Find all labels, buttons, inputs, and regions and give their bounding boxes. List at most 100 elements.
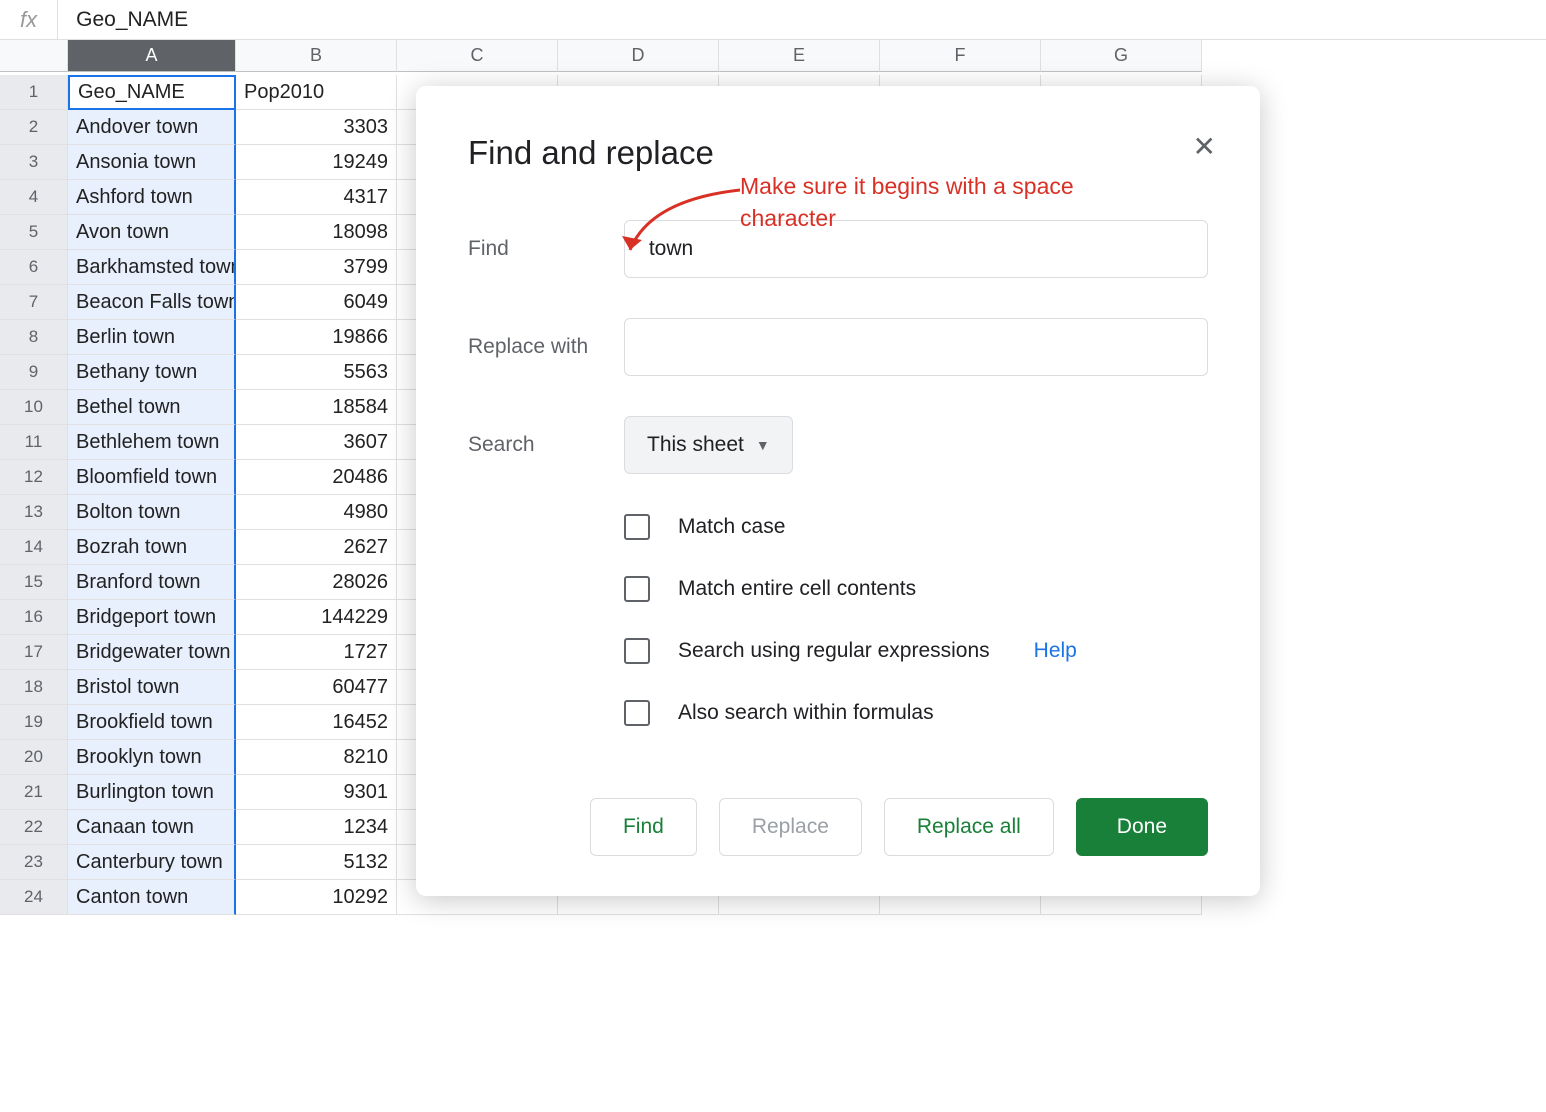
- row-header[interactable]: 16: [0, 600, 68, 635]
- row-header[interactable]: 11: [0, 425, 68, 460]
- row-header[interactable]: 1: [0, 75, 68, 110]
- cell[interactable]: Bridgewater town: [68, 635, 236, 670]
- cell[interactable]: 19866: [236, 320, 397, 355]
- find-button[interactable]: Find: [590, 798, 697, 856]
- cell[interactable]: 1234: [236, 810, 397, 845]
- row-header[interactable]: 15: [0, 565, 68, 600]
- replace-all-button[interactable]: Replace all: [884, 798, 1054, 856]
- regex-checkbox[interactable]: [624, 638, 650, 664]
- cell[interactable]: 9301: [236, 775, 397, 810]
- cell[interactable]: 144229: [236, 600, 397, 635]
- formulas-checkbox[interactable]: [624, 700, 650, 726]
- cell[interactable]: 20486: [236, 460, 397, 495]
- row-header[interactable]: 10: [0, 390, 68, 425]
- cell[interactable]: Ashford town: [68, 180, 236, 215]
- cell[interactable]: Barkhamsted town: [68, 250, 236, 285]
- formula-bar: fx: [0, 0, 1546, 40]
- cell[interactable]: Ansonia town: [68, 145, 236, 180]
- row-header[interactable]: 13: [0, 495, 68, 530]
- column-header-D[interactable]: D: [558, 40, 719, 72]
- cell[interactable]: Geo_NAME: [68, 75, 236, 110]
- cell[interactable]: Bristol town: [68, 670, 236, 705]
- cell[interactable]: 1727: [236, 635, 397, 670]
- regex-label: Search using regular expressions: [678, 639, 990, 663]
- cell[interactable]: 5563: [236, 355, 397, 390]
- done-button[interactable]: Done: [1076, 798, 1208, 856]
- match-case-checkbox[interactable]: [624, 514, 650, 540]
- row-header[interactable]: 21: [0, 775, 68, 810]
- cell[interactable]: Bolton town: [68, 495, 236, 530]
- column-header-C[interactable]: C: [397, 40, 558, 72]
- cell[interactable]: 18584: [236, 390, 397, 425]
- cell[interactable]: Avon town: [68, 215, 236, 250]
- cell[interactable]: Burlington town: [68, 775, 236, 810]
- row-header[interactable]: 24: [0, 880, 68, 915]
- row-header[interactable]: 5: [0, 215, 68, 250]
- cell[interactable]: 60477: [236, 670, 397, 705]
- cell[interactable]: Beacon Falls town: [68, 285, 236, 320]
- row-header[interactable]: 23: [0, 845, 68, 880]
- row-header[interactable]: 17: [0, 635, 68, 670]
- column-header-B[interactable]: B: [236, 40, 397, 72]
- row-header[interactable]: 7: [0, 285, 68, 320]
- column-header-E[interactable]: E: [719, 40, 880, 72]
- row-header[interactable]: 6: [0, 250, 68, 285]
- cell[interactable]: Branford town: [68, 565, 236, 600]
- row-header[interactable]: 9: [0, 355, 68, 390]
- cell[interactable]: 3607: [236, 425, 397, 460]
- cell[interactable]: Bethany town: [68, 355, 236, 390]
- cell[interactable]: 18098: [236, 215, 397, 250]
- cell[interactable]: Berlin town: [68, 320, 236, 355]
- row-header[interactable]: 3: [0, 145, 68, 180]
- row-header[interactable]: 8: [0, 320, 68, 355]
- replace-button[interactable]: Replace: [719, 798, 862, 856]
- cell[interactable]: 4980: [236, 495, 397, 530]
- annotation-arrow: [600, 180, 760, 270]
- formula-input[interactable]: [58, 8, 1546, 32]
- cell[interactable]: Bozrah town: [68, 530, 236, 565]
- row-header[interactable]: 19: [0, 705, 68, 740]
- help-link[interactable]: Help: [1034, 639, 1077, 663]
- cell[interactable]: Pop2010: [236, 75, 397, 110]
- column-header-A[interactable]: A: [68, 40, 236, 72]
- column-header-G[interactable]: G: [1041, 40, 1202, 72]
- match-entire-checkbox[interactable]: [624, 576, 650, 602]
- cell[interactable]: Andover town: [68, 110, 236, 145]
- cell[interactable]: Bridgeport town: [68, 600, 236, 635]
- replace-input[interactable]: [624, 318, 1208, 376]
- cell[interactable]: 5132: [236, 845, 397, 880]
- cell[interactable]: 2627: [236, 530, 397, 565]
- row-header[interactable]: 14: [0, 530, 68, 565]
- match-case-label: Match case: [678, 515, 785, 539]
- cell[interactable]: Bethlehem town: [68, 425, 236, 460]
- cell[interactable]: Brookfield town: [68, 705, 236, 740]
- cell[interactable]: Canterbury town: [68, 845, 236, 880]
- row-header[interactable]: 20: [0, 740, 68, 775]
- cell[interactable]: Canaan town: [68, 810, 236, 845]
- replace-label: Replace with: [468, 335, 624, 359]
- cell[interactable]: 19249: [236, 145, 397, 180]
- cell[interactable]: Bloomfield town: [68, 460, 236, 495]
- cell[interactable]: 16452: [236, 705, 397, 740]
- search-scope-value: This sheet: [647, 433, 744, 457]
- row-header[interactable]: 12: [0, 460, 68, 495]
- cell[interactable]: Brooklyn town: [68, 740, 236, 775]
- cell[interactable]: Canton town: [68, 880, 236, 915]
- cell[interactable]: 8210: [236, 740, 397, 775]
- close-icon[interactable]: ✕: [1193, 130, 1216, 163]
- select-all-corner[interactable]: [0, 40, 68, 72]
- cell[interactable]: 28026: [236, 565, 397, 600]
- cell[interactable]: 3303: [236, 110, 397, 145]
- row-header[interactable]: 18: [0, 670, 68, 705]
- row-header[interactable]: 2: [0, 110, 68, 145]
- formulas-label: Also search within formulas: [678, 701, 934, 725]
- column-header-F[interactable]: F: [880, 40, 1041, 72]
- row-header[interactable]: 4: [0, 180, 68, 215]
- cell[interactable]: Bethel town: [68, 390, 236, 425]
- search-scope-dropdown[interactable]: This sheet ▼: [624, 416, 793, 474]
- cell[interactable]: 4317: [236, 180, 397, 215]
- cell[interactable]: 3799: [236, 250, 397, 285]
- row-header[interactable]: 22: [0, 810, 68, 845]
- cell[interactable]: 10292: [236, 880, 397, 915]
- cell[interactable]: 6049: [236, 285, 397, 320]
